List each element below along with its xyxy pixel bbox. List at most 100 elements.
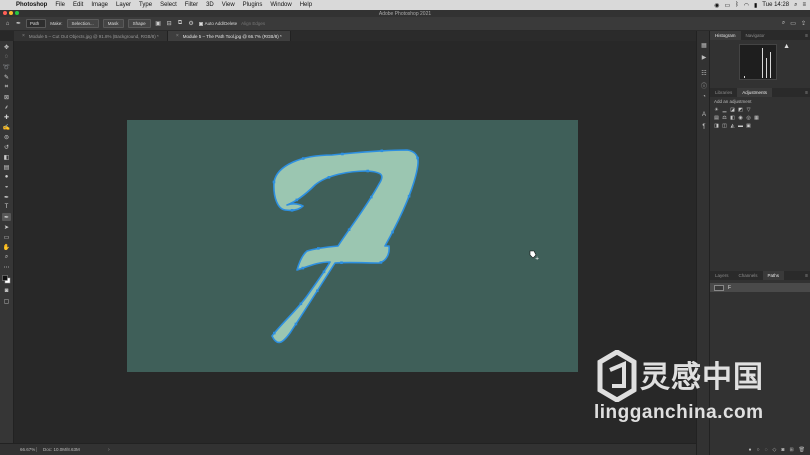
anchor-point[interactable] bbox=[370, 195, 373, 199]
anchor-point[interactable] bbox=[327, 176, 331, 179]
path-operations-icon[interactable]: ▣ bbox=[155, 20, 162, 27]
channel-mixer-icon[interactable]: ◎ bbox=[746, 115, 751, 121]
screen-mode-icon[interactable]: ▢ bbox=[2, 297, 11, 305]
path-select-tool-icon[interactable]: ➤ bbox=[2, 223, 11, 231]
panel-menu-icon[interactable]: ≡ bbox=[805, 33, 808, 39]
tab-navigator[interactable]: Navigator bbox=[741, 31, 770, 40]
adjust-icon[interactable]: ☷ bbox=[700, 69, 708, 77]
menu-3d[interactable]: 3D bbox=[202, 2, 218, 8]
tab-histogram[interactable]: Histogram bbox=[710, 31, 741, 40]
warning-icon[interactable]: ▲ bbox=[783, 43, 790, 50]
cc-icon[interactable]: ◉ bbox=[714, 2, 719, 9]
align-edges-checkbox[interactable]: Align Edges bbox=[241, 21, 265, 26]
minimize-window-button[interactable] bbox=[9, 11, 13, 15]
anchor-point[interactable] bbox=[295, 198, 299, 202]
close-window-button[interactable] bbox=[3, 11, 7, 15]
menu-type[interactable]: Type bbox=[135, 2, 156, 8]
foreground-background-color-icon[interactable] bbox=[2, 274, 11, 283]
actions-play-icon[interactable]: ▶ bbox=[700, 53, 708, 61]
load-selection-icon[interactable]: ◌ bbox=[765, 447, 768, 453]
gear-icon[interactable]: ⚙ bbox=[188, 20, 195, 27]
anchor-point[interactable] bbox=[317, 247, 320, 250]
tab-libraries[interactable]: Libraries bbox=[710, 88, 737, 97]
quick-mask-icon[interactable]: ◙ bbox=[2, 287, 11, 295]
anchor-point[interactable] bbox=[322, 270, 326, 274]
character-icon[interactable]: A bbox=[700, 111, 708, 119]
anchor-point[interactable] bbox=[316, 289, 319, 293]
tab-adjustments[interactable]: Adjustments bbox=[737, 88, 773, 97]
menu-image[interactable]: Image bbox=[87, 2, 112, 8]
anchor-point[interactable] bbox=[272, 180, 276, 184]
move-tool-icon[interactable]: ✥ bbox=[2, 43, 11, 51]
menu-filter[interactable]: Filter bbox=[181, 2, 202, 8]
quick-select-tool-icon[interactable]: ✎ bbox=[2, 73, 11, 81]
stamp-tool-icon[interactable]: ⊜ bbox=[2, 133, 11, 141]
zoom-window-button[interactable] bbox=[15, 11, 19, 15]
search-icon[interactable]: ⌕ bbox=[782, 20, 785, 27]
menu-file[interactable]: File bbox=[51, 2, 69, 8]
letter-f-shape[interactable] bbox=[271, 149, 419, 344]
menu-window[interactable]: Window bbox=[266, 2, 295, 8]
properties-icon[interactable]: ▦ bbox=[700, 41, 708, 49]
tab-paths[interactable]: Paths bbox=[762, 271, 785, 280]
blur-tool-icon[interactable]: ● bbox=[2, 173, 11, 181]
stroke-path-icon[interactable]: ○ bbox=[757, 447, 760, 453]
marquee-tool-icon[interactable]: ◌ bbox=[2, 53, 11, 61]
zoom-tool-icon[interactable]: ⌕ bbox=[2, 253, 11, 261]
anchor-point[interactable] bbox=[341, 152, 344, 156]
selective-color-icon[interactable]: ▣ bbox=[746, 123, 751, 129]
anchor-point[interactable] bbox=[366, 169, 369, 173]
tab-layers[interactable]: Layers bbox=[710, 271, 734, 280]
close-tab-icon[interactable]: × bbox=[176, 33, 179, 39]
invert-icon[interactable]: ◨ bbox=[714, 123, 719, 129]
gradient-map-icon[interactable]: ▬ bbox=[738, 123, 743, 129]
menu-help[interactable]: Help bbox=[296, 2, 316, 8]
info-icon[interactable]: ⓘ bbox=[700, 81, 708, 90]
more-tools-icon[interactable]: ⋯ bbox=[2, 263, 11, 271]
workspace-icon[interactable]: ▭ bbox=[790, 20, 796, 27]
document-canvas[interactable]: + bbox=[127, 120, 578, 372]
make-work-path-icon[interactable]: ◇ bbox=[773, 447, 777, 453]
hue-saturation-icon[interactable]: ▤ bbox=[714, 115, 719, 121]
type-tool-icon[interactable]: T bbox=[2, 203, 11, 211]
battery-icon[interactable]: ▮ bbox=[754, 2, 757, 9]
menu-photoshop[interactable]: Photoshop bbox=[14, 2, 51, 8]
crop-tool-icon[interactable]: ⌗ bbox=[2, 83, 11, 91]
make-shape-button[interactable]: Shape bbox=[127, 19, 151, 28]
anchor-point[interactable] bbox=[294, 322, 298, 326]
clock[interactable]: Tue 14:28 bbox=[762, 2, 789, 8]
pen-tool-icon[interactable]: ✒ bbox=[2, 213, 11, 221]
black-white-icon[interactable]: ◧ bbox=[730, 115, 735, 121]
auto-add-delete-checkbox[interactable]: Auto Add/Delete bbox=[198, 21, 237, 26]
display-icon[interactable]: ▭ bbox=[724, 2, 730, 9]
menu-plugins[interactable]: Plugins bbox=[239, 2, 267, 8]
letter-f-artwork[interactable]: + bbox=[127, 120, 578, 372]
history-brush-tool-icon[interactable]: ↺ bbox=[2, 143, 11, 151]
panel-menu-icon[interactable]: ≡ bbox=[805, 273, 808, 279]
control-center-icon[interactable]: ≡ bbox=[802, 2, 806, 8]
tab-cut-out-objects[interactable]: × Module 5 – Cut Out Objects.jpg @ 91.8%… bbox=[14, 31, 168, 41]
anchor-point[interactable] bbox=[391, 230, 394, 234]
anchor-point[interactable] bbox=[299, 302, 303, 306]
path-alignment-icon[interactable]: ⊟ bbox=[166, 20, 173, 27]
share-icon[interactable]: ⇪ bbox=[801, 20, 806, 27]
new-path-icon[interactable]: ⊞ bbox=[789, 447, 793, 453]
panel-menu-icon[interactable]: ≡ bbox=[805, 90, 808, 96]
tab-channels[interactable]: Channels bbox=[734, 271, 763, 280]
vibrance-icon[interactable]: ▽ bbox=[746, 107, 751, 113]
dodge-tool-icon[interactable]: ◒ bbox=[2, 183, 11, 191]
exposure-icon[interactable]: ◩ bbox=[738, 107, 743, 113]
path-name[interactable]: F bbox=[728, 285, 731, 291]
history-icon[interactable]: ◔ bbox=[700, 93, 708, 101]
anchor-point[interactable] bbox=[340, 261, 343, 264]
menu-edit[interactable]: Edit bbox=[69, 2, 87, 8]
tool-mode-select[interactable]: Path bbox=[26, 19, 47, 28]
pen-tool-preset-icon[interactable]: ✒ bbox=[15, 20, 22, 27]
eraser-tool-icon[interactable]: ◧ bbox=[2, 153, 11, 161]
color-lookup-icon[interactable]: ▦ bbox=[754, 115, 759, 121]
wifi-icon[interactable]: ◠ bbox=[744, 2, 749, 9]
search-icon[interactable]: ⌕ bbox=[794, 2, 797, 9]
hand-tool-icon[interactable]: ✋ bbox=[2, 243, 11, 251]
healing-brush-tool-icon[interactable]: ✚ bbox=[2, 113, 11, 121]
eyedropper-tool-icon[interactable]: ⸙ bbox=[2, 103, 11, 111]
